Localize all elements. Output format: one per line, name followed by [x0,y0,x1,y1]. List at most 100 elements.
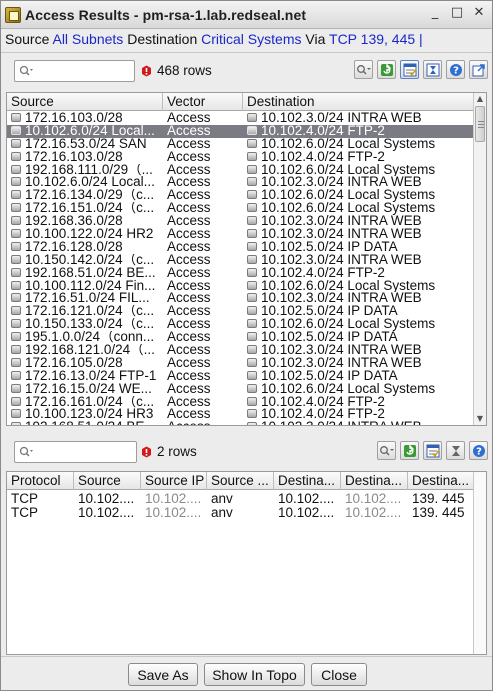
table-row[interactable]: 10.100.123.0/24 HR3 Access 10.102.4.0/24 F… [7,408,475,421]
save-as-button[interactable]: Save As [128,663,198,686]
close-button[interactable]: Close [311,663,367,686]
find-icon[interactable] [377,441,396,460]
table-row[interactable]: TCP 10.102.... 10.102.... anv 10.102.... 10.1… [7,492,477,506]
top-table-scrollbar[interactable]: ▲ ▼ [473,93,486,425]
column-header-destination[interactable]: Destination [243,93,475,111]
show-in-topo-button[interactable]: Show In Topo [204,663,305,686]
table-row[interactable]: 192.168.36.0/28 Access 10.102.3.0/24 INTRA… [7,215,475,228]
find-icon[interactable] [354,60,373,79]
column-header-source[interactable]: Source [7,93,163,111]
table-row[interactable]: 192.168.51.0/24 BE... Access 10.102.4.0/24… [7,267,475,280]
source-link[interactable]: All Subnets [52,31,123,47]
column-header-protocol[interactable]: Protocol [7,472,74,490]
maximize-icon[interactable]: □ [450,6,464,21]
window-title: Access Results - pm-rsa-1.lab.redseal.ne… [25,6,307,23]
table-row[interactable]: 172.16.53.0/24 SAN Access 10.102.6.0/24 Lo… [7,138,475,151]
table-row[interactable]: 195.1.0.0/24（conn... Access 10.102.5.0/24 … [7,331,475,344]
table-row[interactable]: 10.150.142.0/24（c... Access 10.102.3.0/24 … [7,254,475,267]
bottom-table-scrollbar[interactable] [473,472,486,654]
cell-destination: 10.102.5.0/24 IP DATA [243,305,475,318]
table-row[interactable]: 192.168.51.0/24 BE... Access 10.102.3.0/24… [7,421,475,425]
cell-text: 10.102.3.0/24 INTRA WEB [261,253,422,267]
title-bar[interactable]: Access Results - pm-rsa-1.lab.redseal.ne… [1,1,492,29]
scroll-up-icon[interactable]: ▲ [474,93,486,105]
hourglass-icon[interactable] [423,60,442,79]
table-row[interactable]: 10.100.122.0/24 HR2 Access 10.102.3.0/24 I… [7,228,475,241]
table-row[interactable]: 172.16.134.0/29（c... Access 10.102.6.0/24 … [7,189,475,202]
cell-vector: Access [163,344,243,357]
column-header-source-ip[interactable]: Source IP [141,472,207,490]
subnet-icon [11,164,21,174]
table-row[interactable]: 10.100.112.0/24 Fin... Access 10.102.6.0/2… [7,280,475,293]
cell-source: 172.16.105.0/28 [7,357,163,370]
bottom-search-box[interactable] [14,441,137,463]
checklist-icon[interactable] [400,60,419,79]
query-summary: Source All Subnets Destination Critical … [5,31,490,49]
table-row[interactable]: 10.102.6.0/24 Local... Access 10.102.3.0/2… [7,176,475,189]
cell-source: 192.168.51.0/24 BE... [7,267,163,280]
cell: anv [211,492,233,506]
top-search-box[interactable] [14,60,135,82]
help-icon[interactable]: ? [446,60,465,79]
via-link[interactable]: TCP 139, 445 | [329,31,423,47]
cell-text: 10.102.6.0/24 Local... [25,124,155,138]
subnet-icon [11,306,21,316]
refresh-icon[interactable] [377,60,396,79]
table-row[interactable]: 172.16.151.0/24（c... Access 10.102.6.0/24 … [7,202,475,215]
bottom-search-input[interactable] [39,444,133,460]
cell-text: 10.102.5.0/24 IP DATA [261,305,398,319]
scroll-down-icon[interactable]: ▼ [474,413,486,425]
refresh-icon[interactable] [400,441,419,460]
cell-source: 172.16.51.0/24 FIL... [7,292,163,305]
column-header-source[interactable]: Source [74,472,141,490]
cell-text: 192.168.36.0/28 [25,215,123,229]
subnet-icon [11,345,21,355]
column-header-vector[interactable]: Vector [163,93,243,111]
column-header-destination-2[interactable]: Destina... [341,472,408,490]
table-row[interactable]: 172.16.161.0/24（c... Access 10.102.4.0/24 … [7,396,475,409]
cell-text: Access [167,421,211,425]
cell-text: 192.168.111.0/29（... [25,163,153,177]
subnet-icon [247,113,257,122]
export-icon[interactable] [469,60,488,79]
cell: 139. 445 [412,506,465,520]
cell: 10.102.... [345,506,402,520]
subnet-icon [247,125,257,135]
subnet-icon [247,306,257,316]
cell-text: Access [167,305,211,319]
table-row[interactable]: 172.16.103.0/28 Access 10.102.3.0/24 INTRA… [7,112,475,125]
close-icon[interactable]: ✕ [472,6,486,21]
scroll-thumb[interactable] [475,106,485,142]
table-row[interactable]: TCP 10.102.... 10.102.... anv 10.102.... 10.1… [7,506,477,520]
subnet-icon [11,151,21,161]
table-row[interactable]: 172.16.103.0/28 Access 10.102.4.0/24 FTP-2 [7,151,475,164]
table-row[interactable]: 10.102.6.0/24 Local... Access 10.102.4.0/2… [7,124,475,138]
cell-destination: 10.102.4.0/24 FTP-2 [243,267,475,280]
table-row[interactable]: 10.150.133.0/24（c... Access 10.102.6.0/24 … [7,318,475,331]
cell-source: 172.16.151.0/24（c... [7,202,163,215]
cell: anv [211,506,233,520]
checklist-icon[interactable] [423,441,442,460]
table-row[interactable]: 192.168.111.0/29（... Access 10.102.6.0/24 … [7,164,475,177]
column-header-source-more[interactable]: Source ... [207,472,274,490]
hourglass-icon[interactable] [446,441,465,460]
top-toolbar: 468 rows ? [5,58,488,86]
help-icon[interactable]: ? [469,441,488,460]
cell-source: 192.168.36.0/28 [7,215,163,228]
table-row[interactable]: 172.16.121.0/24（c... Access 10.102.5.0/24 … [7,305,475,318]
table-row[interactable]: 172.16.15.0/24 WE... Access 10.102.6.0/24 … [7,383,475,396]
destination-link[interactable]: Critical Systems [201,31,301,47]
table-row[interactable]: 172.16.13.0/24 FTP-1 Access 10.102.5.0/24 … [7,370,475,383]
cell-text: Access [167,215,211,229]
table-row[interactable]: 172.16.51.0/24 FIL... Access 10.102.3.0/24… [7,292,475,305]
table-row[interactable]: 192.168.121.0/24（... Access 10.102.3.0/24 … [7,344,475,357]
column-header-destination-3[interactable]: Destina... [408,472,477,490]
minimize-icon[interactable]: _ [428,6,442,21]
table-row[interactable]: 172.16.128.0/28 Access 10.102.5.0/24 IP DA… [7,241,475,254]
subnet-icon [247,409,257,419]
top-search-input[interactable] [39,63,131,79]
cell-source: 172.16.15.0/24 WE... [7,383,163,396]
table-row[interactable]: 172.16.105.0/28 Access 10.102.3.0/24 INTRA… [7,357,475,370]
column-header-destination-1[interactable]: Destina... [274,472,341,490]
cell-vector: Access [163,292,243,305]
